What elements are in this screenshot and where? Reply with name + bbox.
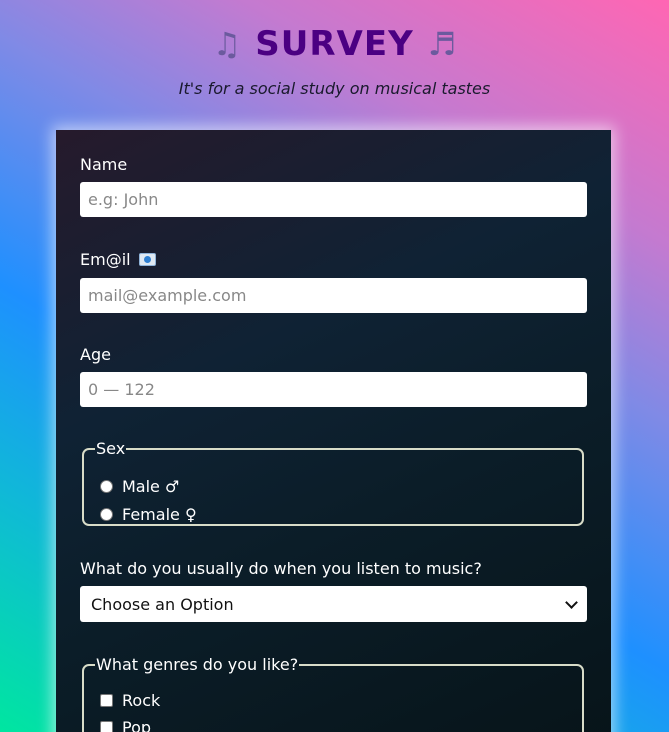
name-input[interactable] bbox=[80, 182, 587, 217]
genre-option-rock[interactable]: Rock bbox=[100, 691, 160, 710]
sex-option-male[interactable]: Male ♂ bbox=[100, 477, 179, 496]
female-radio[interactable] bbox=[100, 508, 113, 521]
sex-option-female[interactable]: Female ♀ bbox=[100, 505, 197, 524]
genre-option-pop[interactable]: Pop bbox=[100, 718, 151, 732]
activity-label: What do you usually do when you listen t… bbox=[80, 559, 482, 578]
page-title: SURVEY bbox=[255, 24, 414, 64]
email-label: Em@il bbox=[80, 250, 156, 269]
rock-checkbox[interactable] bbox=[100, 694, 113, 707]
music-notes-icon: ♬ bbox=[427, 25, 457, 63]
genres-fieldset: What genres do you like? Rock Pop bbox=[82, 655, 584, 732]
rock-label: Rock bbox=[122, 691, 161, 710]
genres-legend: What genres do you like? bbox=[96, 655, 299, 674]
female-label: Female ♀ bbox=[122, 505, 197, 524]
mail-icon bbox=[138, 253, 156, 266]
age-input[interactable] bbox=[80, 372, 587, 407]
male-label: Male ♂ bbox=[122, 477, 180, 496]
music-note-icon: ♫ bbox=[212, 25, 242, 63]
sex-fieldset: Sex Male ♂ Female ♀ bbox=[82, 439, 584, 526]
sex-legend: Sex bbox=[96, 439, 126, 458]
male-radio[interactable] bbox=[100, 480, 113, 493]
email-label-text: Em@il bbox=[80, 250, 131, 269]
activity-select[interactable]: Choose an Option bbox=[80, 586, 587, 622]
age-label: Age bbox=[80, 345, 111, 364]
chevron-down-icon bbox=[565, 595, 578, 609]
activity-selected-value: Choose an Option bbox=[91, 594, 234, 614]
pop-label: Pop bbox=[122, 718, 152, 732]
page-subtitle: It's for a social study on musical taste… bbox=[178, 79, 491, 98]
survey-form: Name Em@il Age Sex Male ♂ Female ♀ What … bbox=[56, 130, 611, 732]
pop-checkbox[interactable] bbox=[100, 721, 113, 732]
title-row: ♫ SURVEY ♬ bbox=[0, 22, 669, 66]
name-label: Name bbox=[80, 155, 128, 174]
email-input[interactable] bbox=[80, 278, 587, 313]
